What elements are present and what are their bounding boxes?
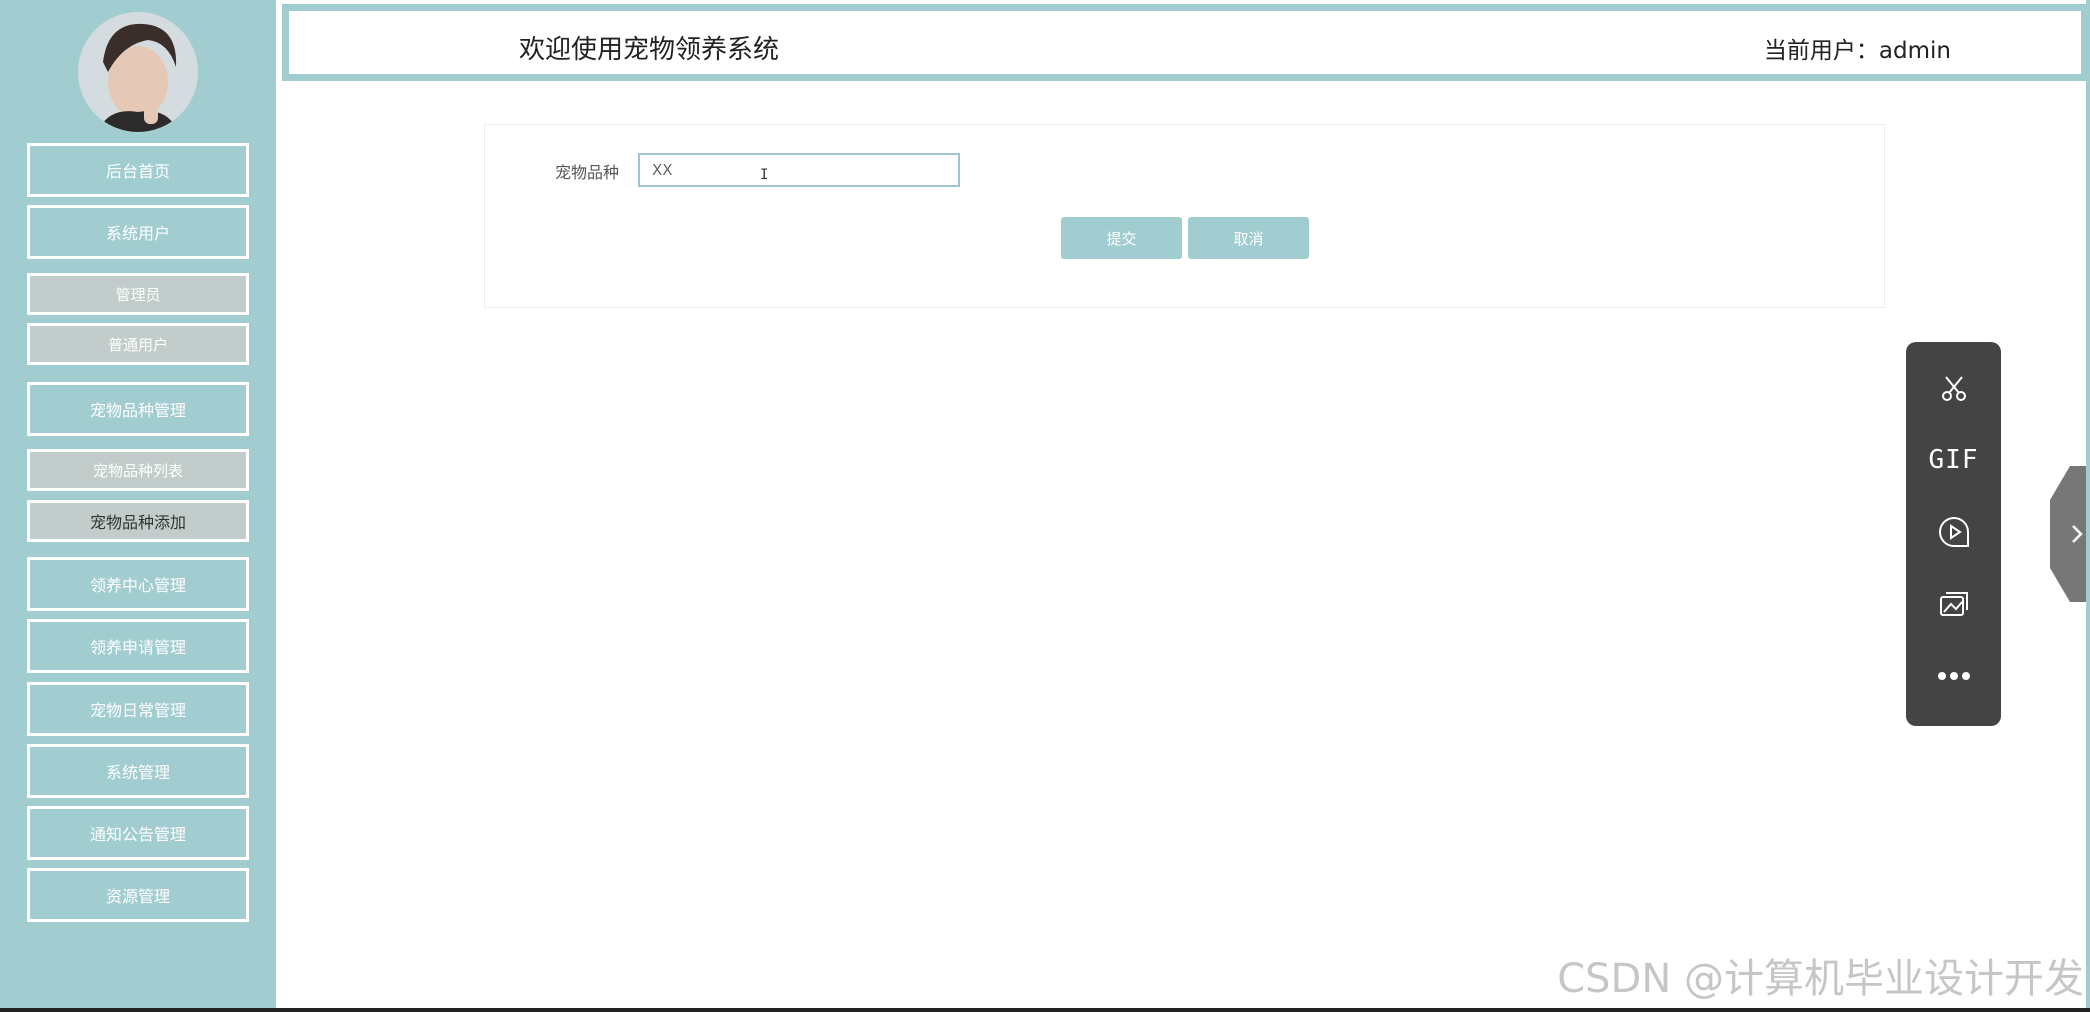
sidebar-item-resources[interactable]: 资源管理 bbox=[27, 868, 249, 922]
more-icon[interactable] bbox=[1906, 648, 2001, 704]
cancel-button[interactable]: 取消 bbox=[1188, 217, 1309, 259]
header: 欢迎使用宠物领养系统 当前用户：admin bbox=[282, 4, 2088, 81]
sidebar-item-label: 宠物品种添加 bbox=[89, 513, 186, 532]
pet-breed-input[interactable] bbox=[638, 153, 960, 187]
expand-tab[interactable] bbox=[2050, 466, 2090, 602]
gif-label: GIF bbox=[1928, 445, 1979, 475]
sidebar-item-label: 通知公告管理 bbox=[89, 825, 186, 844]
sidebar-subitem-admin[interactable]: 管理员 bbox=[27, 273, 249, 315]
submit-button[interactable]: 提交 bbox=[1061, 217, 1182, 259]
form-panel: 宠物品种 I 提交 取消 bbox=[484, 124, 1885, 308]
watermark: CSDN @计算机毕业设计开发 bbox=[1557, 956, 2084, 1002]
sidebar-item-label: 普通用户 bbox=[107, 335, 168, 354]
sidebar-item-adoption-center[interactable]: 领养中心管理 bbox=[27, 557, 249, 611]
current-user: 当前用户：admin bbox=[1763, 38, 1951, 64]
floating-toolbar: GIF bbox=[1906, 342, 2001, 726]
text-cursor-icon: I bbox=[760, 167, 769, 183]
sidebar-item-label: 宠物品种管理 bbox=[89, 401, 186, 420]
bottom-border bbox=[0, 1008, 2090, 1012]
sidebar-item-label: 领养申请管理 bbox=[89, 638, 186, 657]
sidebar-item-notices[interactable]: 通知公告管理 bbox=[27, 806, 249, 860]
gif-icon[interactable]: GIF bbox=[1906, 432, 2001, 488]
sidebar-subitem-pet-breed-add[interactable]: 宠物品种添加 bbox=[27, 500, 249, 542]
header-inner: 欢迎使用宠物领养系统 当前用户：admin bbox=[287, 9, 2083, 76]
sidebar-item-label: 系统管理 bbox=[105, 763, 170, 782]
page-title: 欢迎使用宠物领养系统 bbox=[519, 35, 780, 65]
sidebar-item-label: 领养中心管理 bbox=[89, 576, 186, 595]
sidebar-item-label: 管理员 bbox=[115, 285, 161, 304]
avatar-image bbox=[78, 12, 198, 132]
sidebar: 后台首页 系统用户 管理员 普通用户 宠物品种管理 宠物品种列表 宠物品种添加 … bbox=[0, 0, 276, 1008]
chevron-right-icon bbox=[2072, 525, 2083, 543]
sidebar-item-pet-breed-management[interactable]: 宠物品种管理 bbox=[27, 382, 249, 436]
avatar bbox=[78, 12, 198, 132]
sidebar-item-dashboard[interactable]: 后台首页 bbox=[27, 143, 249, 197]
sidebar-subitem-normal-users[interactable]: 普通用户 bbox=[27, 323, 249, 365]
sidebar-item-adoption-requests[interactable]: 领养申请管理 bbox=[27, 619, 249, 673]
sidebar-item-pet-daily[interactable]: 宠物日常管理 bbox=[27, 682, 249, 736]
scissors-icon[interactable] bbox=[1906, 360, 2001, 416]
sidebar-subitem-pet-breed-list[interactable]: 宠物品种列表 bbox=[27, 449, 249, 491]
sidebar-item-system-users[interactable]: 系统用户 bbox=[27, 205, 249, 259]
record-icon[interactable] bbox=[1906, 504, 2001, 560]
sidebar-item-system-management[interactable]: 系统管理 bbox=[27, 744, 249, 798]
sidebar-item-label: 系统用户 bbox=[105, 224, 170, 243]
right-border bbox=[2086, 0, 2090, 1008]
image-icon[interactable] bbox=[1906, 576, 2001, 632]
sidebar-item-label: 宠物日常管理 bbox=[89, 701, 186, 720]
sidebar-item-label: 后台首页 bbox=[105, 162, 170, 181]
pet-breed-label: 宠物品种 bbox=[555, 163, 620, 182]
sidebar-item-label: 资源管理 bbox=[105, 887, 170, 906]
sidebar-item-label: 宠物品种列表 bbox=[92, 461, 183, 480]
